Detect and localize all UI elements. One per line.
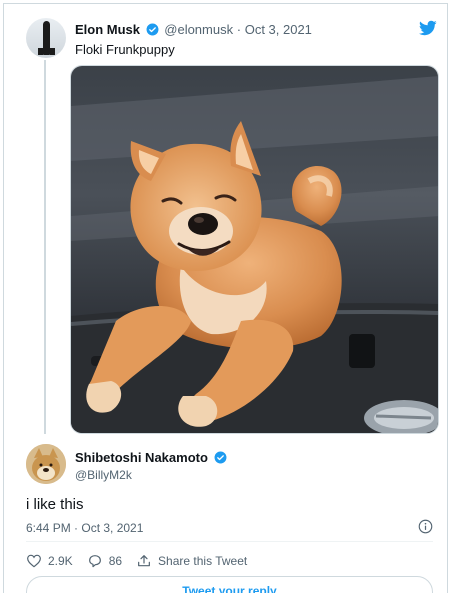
verified-badge-icon	[214, 451, 227, 464]
thread-connector-line	[44, 60, 46, 434]
like-button[interactable]: 2.9K	[26, 553, 73, 569]
reply-button[interactable]: 86	[87, 553, 122, 569]
info-icon[interactable]	[418, 519, 433, 534]
author-name[interactable]: Elon Musk	[75, 22, 140, 37]
avatar-shibetoshi-nakamoto[interactable]	[26, 444, 66, 484]
reply-timestamp[interactable]: 6:44 PM · Oct 3, 2021	[26, 521, 143, 535]
tweet-header: Elon Musk @elonmusk · Oct 3, 2021	[75, 22, 312, 37]
reply-bubble-icon	[88, 555, 101, 568]
heart-icon	[27, 554, 41, 568]
share-label: Share this Tweet	[158, 554, 248, 568]
reply-author-name[interactable]: Shibetoshi Nakamoto	[75, 450, 208, 465]
tweet-photo[interactable]	[70, 65, 439, 434]
tweet-text: Floki Frunkpuppy	[75, 42, 175, 57]
twitter-bird-icon[interactable]	[418, 19, 438, 37]
separator-dot: ·	[236, 22, 242, 37]
tweet-your-reply-button[interactable]: Tweet your reply	[26, 576, 433, 593]
verified-badge-icon	[146, 23, 159, 36]
reply-author-handle[interactable]: @BillyM2k	[75, 468, 132, 482]
reply-count: 86	[108, 554, 123, 568]
tweet-date[interactable]: Oct 3, 2021	[245, 22, 312, 37]
author-handle[interactable]: @elonmusk	[164, 22, 233, 37]
share-icon	[138, 555, 150, 567]
reply-text: i like this	[26, 496, 84, 513]
avatar-elon-musk[interactable]	[26, 18, 66, 58]
action-bar: 2.9K 86 Share this Tweet	[26, 553, 261, 569]
share-button[interactable]: Share this Tweet	[136, 553, 247, 569]
divider	[26, 541, 433, 542]
reply-header: Shibetoshi Nakamoto	[75, 450, 229, 465]
embedded-tweet-card: Elon Musk @elonmusk · Oct 3, 2021 Floki …	[3, 3, 448, 593]
like-count: 2.9K	[48, 554, 73, 568]
